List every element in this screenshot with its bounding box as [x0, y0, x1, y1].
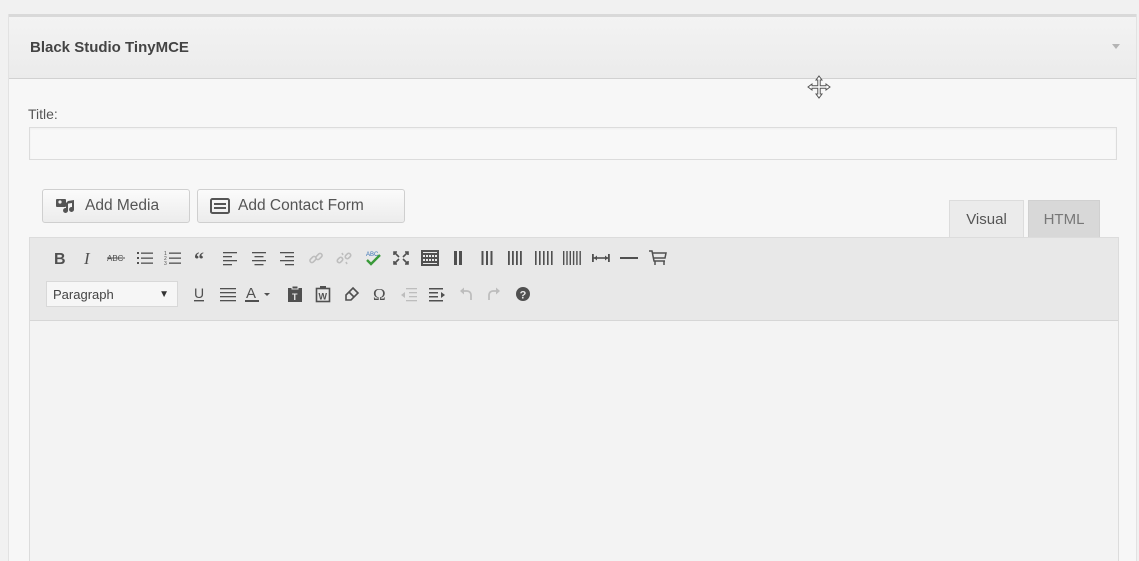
columns-3-icon[interactable]	[474, 245, 500, 271]
align-left-icon[interactable]	[217, 245, 243, 271]
editor-container: B I ABC 123 “ ABC Paragraph ▼ U A T W Ω …	[29, 237, 1119, 561]
columns-6-icon[interactable]	[559, 245, 585, 271]
svg-text:3: 3	[164, 261, 167, 266]
editor-content-area[interactable]	[30, 321, 1118, 561]
paste-word-icon[interactable]: W	[310, 281, 336, 307]
add-media-icon	[56, 199, 75, 213]
indent-icon[interactable]	[424, 281, 450, 307]
undo-icon[interactable]	[453, 281, 479, 307]
blockquote-icon[interactable]: “	[189, 245, 215, 271]
tab-visual[interactable]: Visual	[949, 200, 1024, 238]
svg-text:Ω: Ω	[373, 286, 386, 302]
align-center-icon[interactable]	[246, 245, 272, 271]
chevron-down-icon: ▼	[159, 288, 169, 300]
svg-text:U: U	[194, 285, 204, 301]
svg-text:A: A	[246, 285, 256, 302]
add-media-label: Add Media	[85, 197, 160, 214]
widget-header[interactable]: Black Studio TinyMCE	[9, 17, 1136, 79]
fullscreen-icon[interactable]	[388, 245, 414, 271]
tab-html[interactable]: HTML	[1028, 200, 1100, 238]
columns-4-icon[interactable]	[502, 245, 528, 271]
clear-formatting-icon[interactable]	[339, 281, 365, 307]
numbered-list-icon[interactable]: 123	[160, 245, 186, 271]
svg-text:I: I	[83, 250, 91, 266]
help-icon[interactable]: ?	[510, 281, 536, 307]
svg-text:?: ?	[519, 290, 526, 302]
add-media-button[interactable]: Add Media	[42, 189, 190, 223]
add-contact-form-label: Add Contact Form	[238, 197, 364, 214]
bold-icon[interactable]: B	[46, 245, 72, 271]
title-input[interactable]	[29, 127, 1117, 160]
columns-2-icon[interactable]	[445, 245, 471, 271]
format-select[interactable]: Paragraph ▼	[46, 281, 178, 307]
horizontal-rule-icon[interactable]	[616, 245, 642, 271]
align-right-icon[interactable]	[274, 245, 300, 271]
move-cursor-icon	[807, 75, 831, 99]
toolbar-row-1: B I ABC 123 “ ABC	[46, 243, 673, 273]
shopping-cart-icon[interactable]	[645, 245, 671, 271]
add-contact-form-button[interactable]: Add Contact Form	[197, 189, 405, 223]
toolbar-toggle-icon[interactable]	[417, 245, 443, 271]
columns-5-icon[interactable]	[531, 245, 557, 271]
svg-text:B: B	[54, 251, 66, 266]
justify-icon[interactable]	[215, 281, 241, 307]
svg-text:W: W	[319, 292, 328, 302]
italic-icon[interactable]: I	[75, 245, 101, 271]
outdent-icon[interactable]	[396, 281, 422, 307]
svg-text:“: “	[194, 250, 204, 266]
title-label: Title:	[28, 106, 58, 122]
paste-text-icon[interactable]: T	[282, 281, 308, 307]
redo-icon[interactable]	[481, 281, 507, 307]
spacer-icon[interactable]	[588, 245, 614, 271]
toolbar-row-2: Paragraph ▼ U A T W Ω ?	[46, 279, 538, 309]
unlink-icon[interactable]	[331, 245, 357, 271]
strikethrough-icon[interactable]: ABC	[103, 245, 129, 271]
spellcheck-icon[interactable]: ABC	[360, 245, 386, 271]
underline-icon[interactable]: U	[186, 281, 212, 307]
svg-text:T: T	[292, 292, 298, 302]
link-icon[interactable]	[303, 245, 329, 271]
text-color-icon[interactable]: A	[243, 281, 279, 307]
widget-panel: Black Studio TinyMCE Title: Add Media Ad…	[8, 14, 1137, 561]
editor-toolbar: B I ABC 123 “ ABC Paragraph ▼ U A T W Ω …	[30, 238, 1118, 321]
special-character-icon[interactable]: Ω	[367, 281, 393, 307]
contact-form-icon	[210, 198, 230, 214]
collapse-arrow-icon[interactable]	[1112, 44, 1120, 49]
bullet-list-icon[interactable]	[132, 245, 158, 271]
widget-title: Black Studio TinyMCE	[30, 39, 189, 56]
format-select-value: Paragraph	[53, 286, 114, 302]
